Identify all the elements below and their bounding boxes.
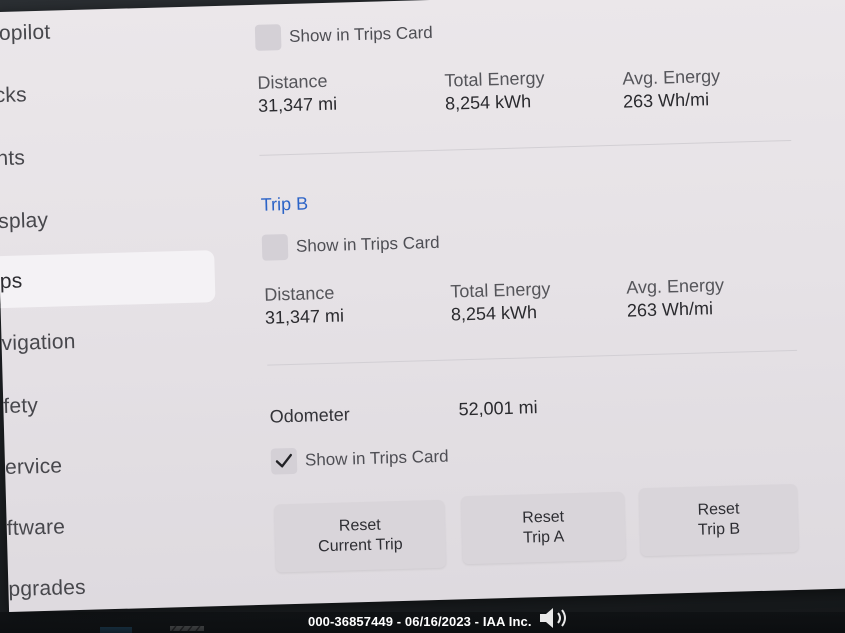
trip-b-show-in-trips-card[interactable]: Show in Trips Card — [261, 233, 440, 263]
button-label-line1: Reset — [338, 516, 381, 535]
odometer-show-in-trips-card[interactable]: Show in Trips Card — [270, 447, 449, 477]
sidebar-item-trips[interactable]: ps — [0, 250, 216, 309]
sidebar-item-upgrades[interactable]: pgrades — [8, 558, 224, 616]
trip-a-show-in-trips-card[interactable]: Show in Trips Card — [254, 23, 433, 53]
sidebar-item-software[interactable]: ftware — [6, 497, 222, 555]
reset-trip-a-button[interactable]: Reset Trip A — [461, 491, 626, 565]
button-label-line2: Trip A — [522, 528, 565, 547]
trip-a-total-energy: Total Energy 8,254 kWh — [444, 68, 545, 115]
sidebar-item-label: hts — [0, 146, 26, 171]
settings-sidebar: topilot cks hts splay ps vigation fety e… — [0, 6, 224, 612]
stat-value: 263 Wh/mi — [626, 298, 714, 321]
sidebar-item-service[interactable]: ervice — [4, 436, 220, 494]
stat-value: 31,347 mi — [257, 93, 338, 116]
check-icon — [275, 453, 293, 468]
button-label-line2: Trip B — [697, 520, 741, 539]
sidebar-item-safety[interactable]: fety — [3, 375, 219, 433]
sidebar-item-label: fety — [3, 394, 39, 419]
stat-value: 8,254 kWh — [444, 91, 532, 114]
sidebar-item-locks[interactable]: cks — [0, 64, 210, 122]
button-label-line1: Reset — [697, 500, 740, 519]
sidebar-item-label: pgrades — [8, 575, 87, 601]
trip-b-avg-energy: Avg. Energy 263 Wh/mi — [626, 275, 725, 322]
stat-value: 8,254 kWh — [450, 302, 538, 325]
stat-label: Total Energy — [444, 67, 545, 91]
speaker-icon — [540, 608, 566, 628]
section-divider — [259, 139, 792, 156]
trip-b-title: Trip B — [260, 193, 309, 215]
watermark-bar: 000-36857449 - 06/16/2023 - IAA Inc. — [0, 612, 845, 633]
checkbox-label: Show in Trips Card — [304, 446, 449, 470]
checkbox-label: Show in Trips Card — [288, 22, 433, 46]
sidebar-item-autopilot[interactable]: topilot — [0, 2, 209, 60]
stat-label: Avg. Energy — [622, 65, 721, 89]
trip-b-total-energy: Total Energy 8,254 kWh — [450, 279, 551, 326]
button-label-line2: Current Trip — [317, 535, 403, 556]
stat-label: Distance — [257, 70, 328, 93]
sidebar-item-label: ps — [0, 269, 23, 294]
reset-trip-b-button[interactable]: Reset Trip B — [638, 483, 799, 557]
sidebar-item-lights[interactable]: hts — [0, 127, 212, 185]
odometer-value: 52,001 mi — [458, 397, 538, 420]
stat-label: Avg. Energy — [625, 274, 725, 298]
sidebar-item-display[interactable]: splay — [0, 190, 214, 248]
photo-frame: topilot cks hts splay ps vigation fety e… — [0, 0, 845, 633]
stat-value: 263 Wh/mi — [622, 89, 710, 112]
watermark-text: 000-36857449 - 06/16/2023 - IAA Inc. — [308, 614, 532, 629]
trip-b-checkbox[interactable] — [261, 234, 289, 261]
trip-a-avg-energy: Avg. Energy 263 Wh/mi — [622, 66, 721, 113]
sidebar-item-label: cks — [0, 83, 28, 108]
sidebar-item-label: ftware — [6, 515, 66, 541]
sidebar-item-label: topilot — [0, 20, 51, 46]
sidebar-item-label: ervice — [4, 454, 63, 480]
stat-label: Distance — [264, 282, 335, 305]
reset-current-trip-button[interactable]: Reset Current Trip — [274, 499, 447, 573]
section-divider — [267, 349, 798, 366]
trip-b-distance: Distance 31,347 mi — [264, 283, 344, 329]
settings-screen: topilot cks hts splay ps vigation fety e… — [0, 0, 845, 612]
sidebar-item-label: vigation — [1, 330, 76, 356]
stat-label: Total Energy — [450, 278, 551, 302]
checkbox-label: Show in Trips Card — [295, 232, 440, 256]
trip-a-checkbox[interactable] — [254, 24, 282, 51]
button-label-line1: Reset — [522, 508, 565, 527]
sidebar-item-label: splay — [0, 208, 49, 234]
stat-value: 31,347 mi — [264, 305, 345, 328]
trip-a-distance: Distance 31,347 mi — [257, 71, 337, 117]
sidebar-item-navigation[interactable]: vigation — [1, 312, 217, 370]
odometer-label: Odometer — [269, 404, 351, 427]
odometer-checkbox[interactable] — [270, 447, 298, 475]
